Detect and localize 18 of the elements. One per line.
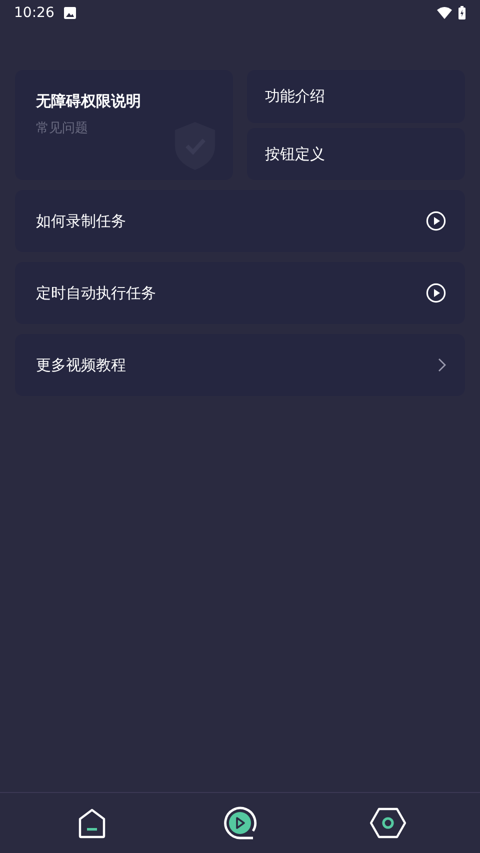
- list-item-label: 更多视频教程: [36, 354, 126, 376]
- play-circle-icon: [426, 211, 446, 231]
- card-subtitle: 常见问题: [36, 120, 89, 138]
- list-item-label: 如何录制任务: [36, 210, 126, 232]
- menu-button[interactable]: 按钮定义: [247, 128, 465, 180]
- list-item[interactable]: 如何录制任务: [15, 190, 465, 252]
- menu-button[interactable]: 功能介绍: [247, 70, 465, 122]
- permission-card[interactable]: 无障碍权限说明 常见问题: [15, 70, 233, 180]
- wifi-icon: [437, 7, 452, 19]
- image-icon: [64, 7, 76, 19]
- card-title: 无障碍权限说明: [36, 91, 142, 112]
- battery-icon: [458, 6, 466, 20]
- status-time: 10:26: [14, 4, 54, 22]
- play-circle-icon: [426, 283, 446, 303]
- list-item[interactable]: 更多视频教程: [15, 334, 465, 396]
- chevron-right-icon: [438, 358, 446, 372]
- list-item-label: 定时自动执行任务: [36, 282, 156, 304]
- list-item[interactable]: 定时自动执行任务: [15, 262, 465, 324]
